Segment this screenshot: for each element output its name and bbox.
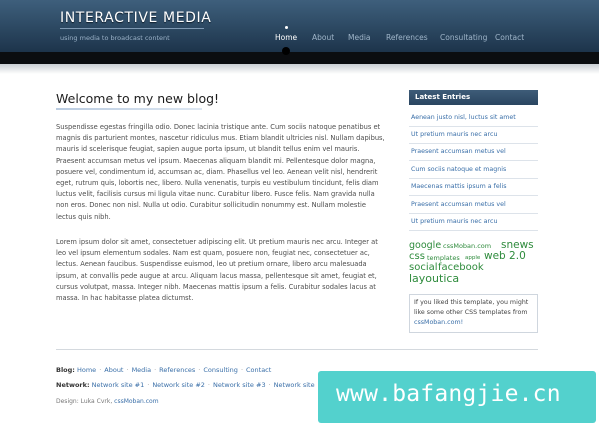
promo-text: If you liked this template, you might li… [414,299,529,316]
templates-promo-box: If you liked this template, you might li… [409,294,538,333]
nav-references[interactable]: References [386,33,428,42]
latest-entry-link[interactable]: Cum sociis natoque et magnis [411,166,506,173]
footer-network-link-3[interactable]: Network site #3 [213,381,266,389]
latest-entry-link[interactable]: Ut pretium mauris nec arcu [411,131,497,138]
site-tagline: using media to broadcast content [60,34,170,42]
latest-entry-link[interactable]: Praesent accumsan metus vel [411,148,506,155]
latest-entry-link[interactable]: Ut pretium mauris nec arcu [411,218,497,225]
footer-link-media[interactable]: Media [132,366,152,374]
tag-layoutica[interactable]: layoutica [409,272,459,285]
tag-web20[interactable]: web 2.0 [484,250,526,262]
promo-cssmoban-link[interactable]: cssMoban.com! [414,319,463,326]
logo-underline [60,28,204,29]
footer-design-link[interactable]: cssMoban.com [114,398,158,405]
tag-templates[interactable]: templates [427,254,460,262]
entry-divider [409,178,538,179]
nav-media[interactable]: Media [348,33,371,42]
footer-separator: · [126,366,129,374]
entry-divider [409,143,538,144]
entry-divider [409,213,538,214]
footer-blog-row: Blog: Home · About · Media · References · Consul… [56,366,271,374]
post-title: Welcome to my new blog! [56,91,220,106]
header-black-band [0,52,599,64]
footer-design-row: Design: Luka Cvrk, cssMoban.com [56,398,159,405]
footer-network-row: Network: Network site #1 · Network site #2… [56,381,315,389]
footer-link-contact[interactable]: Contact [246,366,271,374]
footer-separator: · [154,366,157,374]
watermark-text: www.bafangjie.cn [336,381,561,407]
footer-separator: · [207,381,210,389]
footer-blog-label: Blog: [56,366,75,374]
entry-divider [409,160,538,161]
footer-separator: · [268,381,271,389]
footer-link-references[interactable]: References [159,366,195,374]
latest-entries-heading: Latest Entries [409,90,538,105]
tag-google[interactable]: google [409,240,441,251]
footer-network-label: Network: [56,381,90,389]
footer-separator: · [240,366,244,374]
tag-apple[interactable]: apple [465,255,480,261]
entry-divider [409,195,538,196]
site-logo-title[interactable]: INTERACTIVE MEDIA [60,10,211,26]
latest-entry-link[interactable]: Maecenas mattis ipsum a felis [411,183,506,190]
footer-link-consulting[interactable]: Consulting [203,366,238,374]
latest-entry-link[interactable]: Praesent accumsan metus vel [411,201,506,208]
post-title-underline [56,108,202,110]
header-shadow [0,64,599,74]
nav-active-dot-icon [285,26,288,29]
footer-design-label: Design: Luka Cvrk, [56,398,113,405]
footer-network-link-2[interactable]: Network site #2 [152,381,205,389]
tag-cssmoban[interactable]: cssMoban.com [443,242,491,250]
entry-divider [409,126,538,127]
nav-home[interactable]: Home [275,33,297,42]
footer-network-link-4[interactable]: Network site [274,381,315,389]
site-header [0,0,599,52]
nav-contact[interactable]: Contact [495,33,524,42]
nav-about[interactable]: About [312,33,334,42]
tag-css[interactable]: css [409,251,425,262]
entry-divider [409,230,538,231]
nav-active-knob-icon [282,47,290,55]
nav-consultating[interactable]: Consultating [440,33,487,42]
footer-link-home[interactable]: Home [77,366,96,374]
footer-link-about[interactable]: About [104,366,123,374]
footer-network-link-1[interactable]: Network site #1 [92,381,145,389]
post-paragraph-1: Suspendisse egestas fringilla odio. Done… [56,123,385,221]
footer-divider [56,349,538,350]
latest-entry-link[interactable]: Aenean justo nisl, luctus sit amet [411,114,516,121]
post-paragraph-2: Lorem ipsum dolor sit amet, consectetuer… [56,238,378,303]
